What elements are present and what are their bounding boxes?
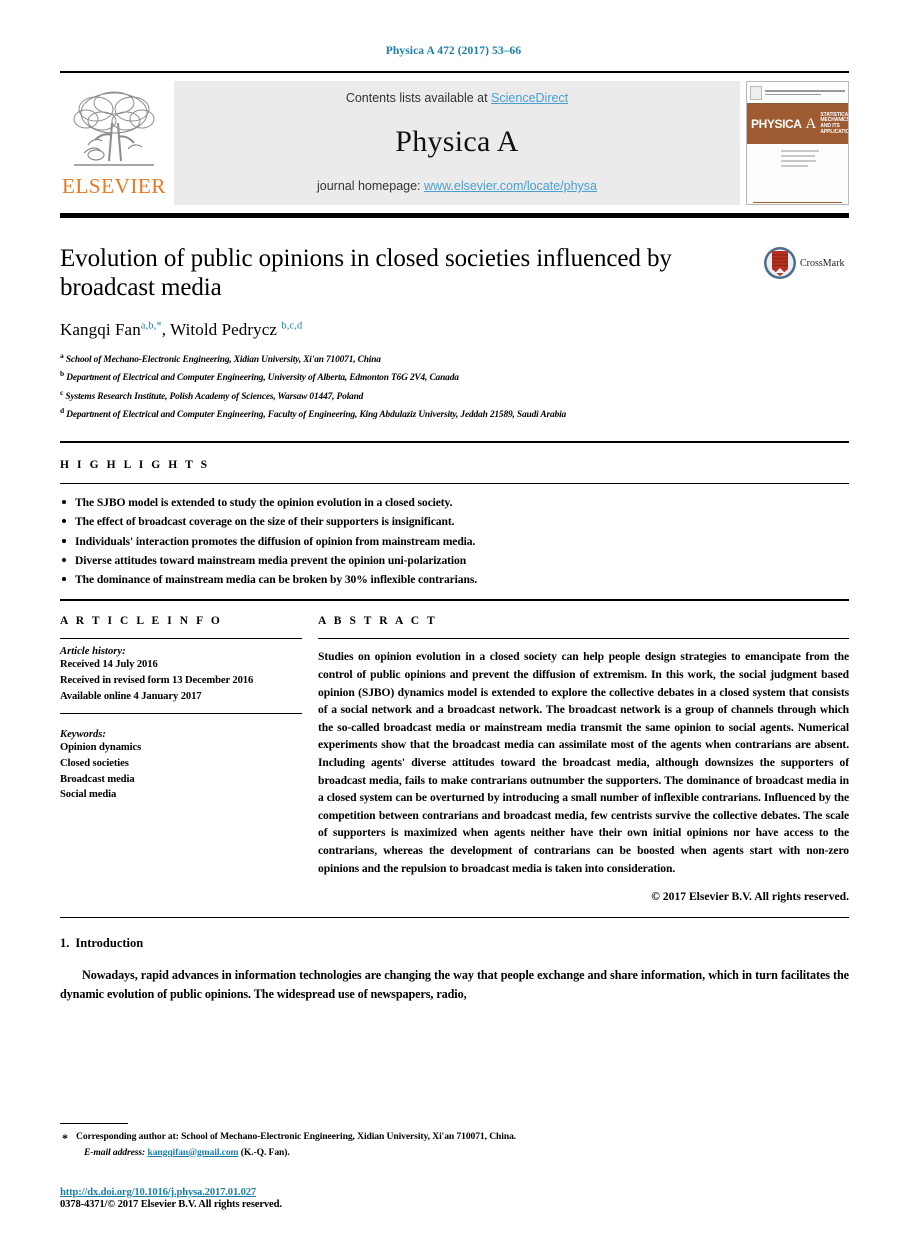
footnote-rule xyxy=(60,1123,128,1125)
abstract-copyright: © 2017 Elsevier B.V. All rights reserved… xyxy=(651,890,849,904)
corresponding-author-text: Corresponding author at: School of Mecha… xyxy=(76,1131,517,1143)
footnote-block: * Corresponding author at: School of Mec… xyxy=(60,1123,849,1160)
journal-banner: ELSEVIER Contents lists available at Sci… xyxy=(60,71,849,205)
keywords-title: Keywords: xyxy=(60,729,106,741)
abstract-text: Studies on opinion evolution in a closed… xyxy=(318,650,849,875)
journal-title: Physica A xyxy=(395,125,519,158)
contents-list-line: Contents lists available at ScienceDirec… xyxy=(346,91,568,105)
cover-journal-subtitle: STATISTICAL MECHANICS AND ITS APPLICATIO… xyxy=(820,111,849,135)
affiliation-marker: b xyxy=(60,369,65,379)
elsevier-logo: ELSEVIER xyxy=(60,81,168,205)
email-link[interactable]: kangqifan@gmail.com xyxy=(147,1147,238,1158)
journal-homepage-link[interactable]: www.elsevier.com/locate/physa xyxy=(424,179,597,193)
affiliation-text: Department of Electrical and Computer En… xyxy=(66,373,459,384)
cover-topbar xyxy=(747,82,848,104)
journal-cover-thumbnail: PHYSICA A STATISTICAL MECHANICS AND ITS … xyxy=(746,81,849,205)
doi-block: http://dx.doi.org/10.1016/j.physa.2017.0… xyxy=(60,1187,282,1210)
abstract-heading: A B S T R A C T xyxy=(318,615,438,628)
affiliation-item: b Department of Electrical and Computer … xyxy=(60,368,849,386)
contents-prefix: Contents lists available at xyxy=(345,91,492,105)
highlight-item: Diverse attitudes toward mainstream medi… xyxy=(60,551,849,570)
highlight-item: The effect of broadcast coverage on the … xyxy=(60,512,849,531)
issn-copyright-line: 0378-4371/© 2017 Elsevier B.V. All right… xyxy=(60,1199,282,1210)
cover-body xyxy=(747,144,848,176)
abstract-rule xyxy=(318,638,849,640)
crossmark-badge[interactable]: CrossMark xyxy=(763,244,849,280)
cover-mini-logo-icon xyxy=(750,85,762,100)
article-history-item: Available online 4 January 2017 xyxy=(60,690,202,702)
article-info-rule xyxy=(60,638,302,640)
affiliation-item: d Department of Electrical and Computer … xyxy=(60,405,849,423)
article-info-column: A R T I C L E I N F O Article history: R… xyxy=(60,615,318,903)
keyword-item: Opinion dynamics xyxy=(60,742,142,754)
elsevier-tree-icon xyxy=(73,91,155,166)
keywords-block: Keywords: Opinion dynamics Closed societ… xyxy=(60,713,302,803)
affiliation-text: School of Mechano-Electronic Engineering… xyxy=(65,355,381,366)
affiliation-item: a School of Mechano-Electronic Engineeri… xyxy=(60,350,849,368)
banner-center-panel: Contents lists available at ScienceDirec… xyxy=(174,81,740,205)
title-block: Evolution of public opinions in closed s… xyxy=(60,244,849,302)
highlights-heading: H I G H L I G H T S xyxy=(60,459,210,472)
running-head: Physica A 472 (2017) 53–66 xyxy=(385,45,522,57)
author-list: Kangqi Fana,b,*, Witold Pedrycz b,c,d xyxy=(60,320,303,339)
title-text-wrap: Evolution of public opinions in closed s… xyxy=(60,244,763,302)
highlights-top-rule xyxy=(60,441,849,444)
affiliation-text: Department of Electrical and Computer En… xyxy=(66,410,567,421)
section-heading-introduction: 1. Introduction xyxy=(60,936,849,951)
highlight-item: The dominance of mainstream media can be… xyxy=(60,570,849,589)
keyword-item: Closed societies xyxy=(60,758,129,770)
highlights-list: The SJBO model is extended to study the … xyxy=(60,493,849,589)
article-history-item: Received in revised form 13 December 201… xyxy=(60,675,254,687)
banner-bottom-rule xyxy=(60,213,849,218)
abstract-column: A B S T R A C T Studies on opinion evolu… xyxy=(318,615,849,903)
highlights-inner-rule xyxy=(60,483,849,485)
affiliation-item: c Systems Research Institute, Polish Aca… xyxy=(60,387,849,405)
affiliation-marker: d xyxy=(60,405,65,415)
highlights-bottom-rule xyxy=(60,599,849,602)
journal-homepage-line: journal homepage: www.elsevier.com/locat… xyxy=(317,179,597,193)
highlight-item: Individuals' interaction promotes the di… xyxy=(60,532,849,551)
page-title: Evolution of public opinions in closed s… xyxy=(60,245,672,301)
info-abstract-row: A R T I C L E I N F O Article history: R… xyxy=(60,615,849,903)
cover-journal-name: PHYSICA xyxy=(751,117,802,131)
email-suffix: (K.-Q. Fan). xyxy=(240,1146,290,1158)
affiliation-marker: a xyxy=(60,351,64,360)
cover-topbar-lines xyxy=(765,90,845,95)
email-note: E-mail address: kangqifan@gmail.com (K.-… xyxy=(60,1145,849,1160)
doi-link[interactable]: http://dx.doi.org/10.1016/j.physa.2017.0… xyxy=(60,1187,282,1198)
section-number: 1. xyxy=(60,936,70,951)
introduction-paragraph: Nowadays, rapid advances in information … xyxy=(60,968,849,1001)
cover-journal-letter: A xyxy=(805,115,817,132)
article-info-heading: A R T I C L E I N F O xyxy=(60,615,223,628)
highlight-item: The SJBO model is extended to study the … xyxy=(60,493,849,512)
homepage-prefix: journal homepage: xyxy=(316,179,425,193)
cover-title-band: PHYSICA A STATISTICAL MECHANICS AND ITS … xyxy=(747,104,848,144)
sciencedirect-link[interactable]: ScienceDirect xyxy=(491,91,568,105)
email-label: E-mail address: xyxy=(84,1146,146,1158)
keyword-item: Broadcast media xyxy=(60,773,135,785)
article-history-title: Article history: xyxy=(60,646,126,658)
article-history-item: Received 14 July 2016 xyxy=(60,659,158,671)
affiliation-text: Systems Research Institute, Polish Acade… xyxy=(65,391,364,402)
elsevier-wordmark: ELSEVIER xyxy=(62,174,166,198)
crossmark-label: CrossMark xyxy=(800,257,845,269)
introduction-top-rule xyxy=(60,917,849,919)
paper-page: Physica A 472 (2017) 53–66 ELSEVIER Cont… xyxy=(0,0,907,1238)
crossmark-icon xyxy=(764,247,796,279)
section-title: Introduction xyxy=(75,936,144,951)
cover-title-group: PHYSICA xyxy=(751,118,802,130)
corresponding-author-note: * Corresponding author at: School of Mec… xyxy=(60,1129,849,1145)
keyword-item: Social media xyxy=(60,789,117,801)
affiliation-list: a School of Mechano-Electronic Engineeri… xyxy=(60,350,849,423)
affiliation-marker: c xyxy=(60,387,64,397)
